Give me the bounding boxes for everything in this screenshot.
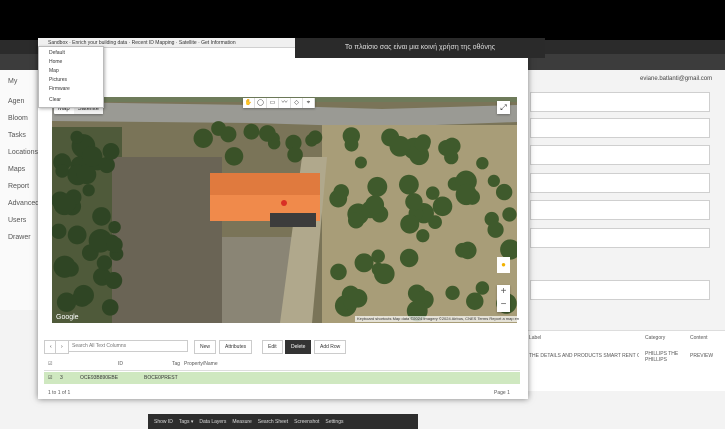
taskbar-item[interactable]: Screenshot [294, 419, 319, 425]
table-cell: OCE93B890EBE [80, 375, 119, 381]
sidebar-item-my[interactable]: My [8, 78, 17, 85]
map-attribution[interactable]: Keyboard shortcuts Map data ©2024 Imager… [355, 316, 519, 322]
menu-item-pictures[interactable]: Pictures [49, 77, 67, 83]
sidebar-item-advanced[interactable]: Advanced [8, 200, 39, 207]
table-header-row: ☑ ID Tag Property/Name [44, 358, 520, 371]
zoom-in-button[interactable]: + [497, 285, 510, 298]
menu-item-default[interactable]: Default [49, 50, 65, 56]
taskbar-item[interactable]: Tags ▾ [179, 419, 193, 425]
polygon-tool-icon[interactable]: ◇ [291, 98, 303, 108]
circle-tool-icon[interactable]: ◯ [255, 98, 267, 108]
screen-share-notice: Το πλαίσιο σας είναι μια κοινή χρήση της… [295, 38, 545, 58]
satellite-map[interactable]: Google [52, 97, 517, 323]
table-header: Label [529, 335, 542, 341]
select-all-checkbox[interactable]: ☑ [48, 361, 52, 367]
form-field[interactable] [530, 173, 710, 193]
pan-tool-icon[interactable]: ✋ [243, 98, 255, 108]
row-checkbox[interactable]: ☑ [48, 375, 52, 381]
column-header[interactable]: Tag [172, 361, 180, 367]
account-email[interactable]: eviane.batlanti@gmail.com [640, 76, 712, 82]
menu-item-firmware[interactable]: Firmware [49, 86, 70, 92]
taskbar-item[interactable]: Data Layers [199, 419, 226, 425]
sidebar-item-users[interactable]: Users [8, 217, 26, 224]
form-field[interactable] [530, 92, 710, 112]
svg-text:Google: Google [56, 314, 79, 321]
table-cell: PHILLIPS THE PHILLIPS [645, 351, 679, 363]
street-view-pegman-icon[interactable]: ● [497, 257, 510, 273]
form-select[interactable] [530, 200, 710, 220]
drawing-toolbar: ✋ ◯ ▭ 〰 ◇ ⌖ [243, 98, 315, 108]
row-count: 1 to 1 of 1 [48, 390, 71, 396]
background-table: Label Category Content THE DETAILS AND P… [525, 330, 725, 391]
context-menu: Default Home Map Pictures Firmware Clear [38, 46, 104, 108]
sidebar-item-report[interactable]: Report [8, 183, 29, 190]
table-cell: BOCE0PREST [144, 375, 178, 381]
table-row[interactable]: ☑ 3 OCE93B890EBE BOCE0PREST [44, 372, 520, 384]
table-cell: THE DETAILS AND PRODUCTS SMART RENT COMP… [529, 353, 639, 359]
form-field[interactable] [530, 118, 710, 138]
zoom-out-button[interactable]: − [497, 298, 510, 311]
satellite-imagery: Google [52, 97, 517, 323]
add-row-button[interactable]: Add Row [314, 340, 347, 354]
sidebar-item-maps[interactable]: Maps [8, 166, 25, 173]
form-field[interactable] [530, 228, 710, 248]
page-indicator: Page 1 [494, 390, 510, 396]
sidebar-item-drawer[interactable]: Drawer [8, 234, 31, 241]
search-input[interactable] [68, 340, 188, 352]
table-toolbar: ‹ › New Attributes Edit Delete Add Row [44, 338, 520, 354]
taskbar-item[interactable]: Show ID [154, 419, 173, 425]
menu-item-home[interactable]: Home [49, 59, 62, 65]
edit-button[interactable]: Edit [262, 340, 283, 354]
zoom-control: + − [497, 285, 510, 312]
polyline-tool-icon[interactable]: 〰 [279, 98, 291, 108]
table-cell: PREVIEW [690, 353, 714, 359]
table-header: Category [645, 335, 666, 341]
table-footer: 1 to 1 of 1 Page 1 [44, 388, 520, 398]
sidebar-item-bloom[interactable]: Bloom [8, 115, 28, 122]
menu-item-clear[interactable]: Clear [49, 97, 61, 103]
taskbar-item[interactable]: Settings [325, 419, 343, 425]
fullscreen-icon[interactable]: ⤢ [497, 101, 510, 114]
taskbar-item[interactable]: Search Sheet [258, 419, 288, 425]
form-field[interactable] [530, 280, 710, 300]
table-cell: 3 [60, 375, 63, 381]
sidebar-item-tasks[interactable]: Tasks [8, 132, 26, 139]
column-header[interactable]: Property/Name [184, 361, 218, 367]
table-header: Content [690, 335, 708, 341]
location-marker [281, 200, 287, 206]
building-roof [210, 173, 320, 195]
sidebar-item-agen[interactable]: Agen [8, 98, 24, 105]
attributes-button[interactable]: Attributes [219, 340, 253, 354]
delete-button[interactable]: Delete [285, 340, 312, 354]
menu-item-map[interactable]: Map [49, 68, 59, 74]
rectangle-tool-icon[interactable]: ▭ [267, 98, 279, 108]
new-button[interactable]: New [194, 340, 217, 354]
marker-tool-icon[interactable]: ⌖ [303, 98, 315, 108]
sidebar-item-locations[interactable]: Locations [8, 149, 38, 156]
taskbar-item[interactable]: Measure [232, 419, 251, 425]
next-page-button[interactable]: › [55, 340, 69, 354]
form-select[interactable] [530, 145, 710, 165]
bottom-toolbar: Show ID Tags ▾ Data Layers Measure Searc… [148, 414, 418, 429]
column-header[interactable]: ID [118, 361, 123, 367]
